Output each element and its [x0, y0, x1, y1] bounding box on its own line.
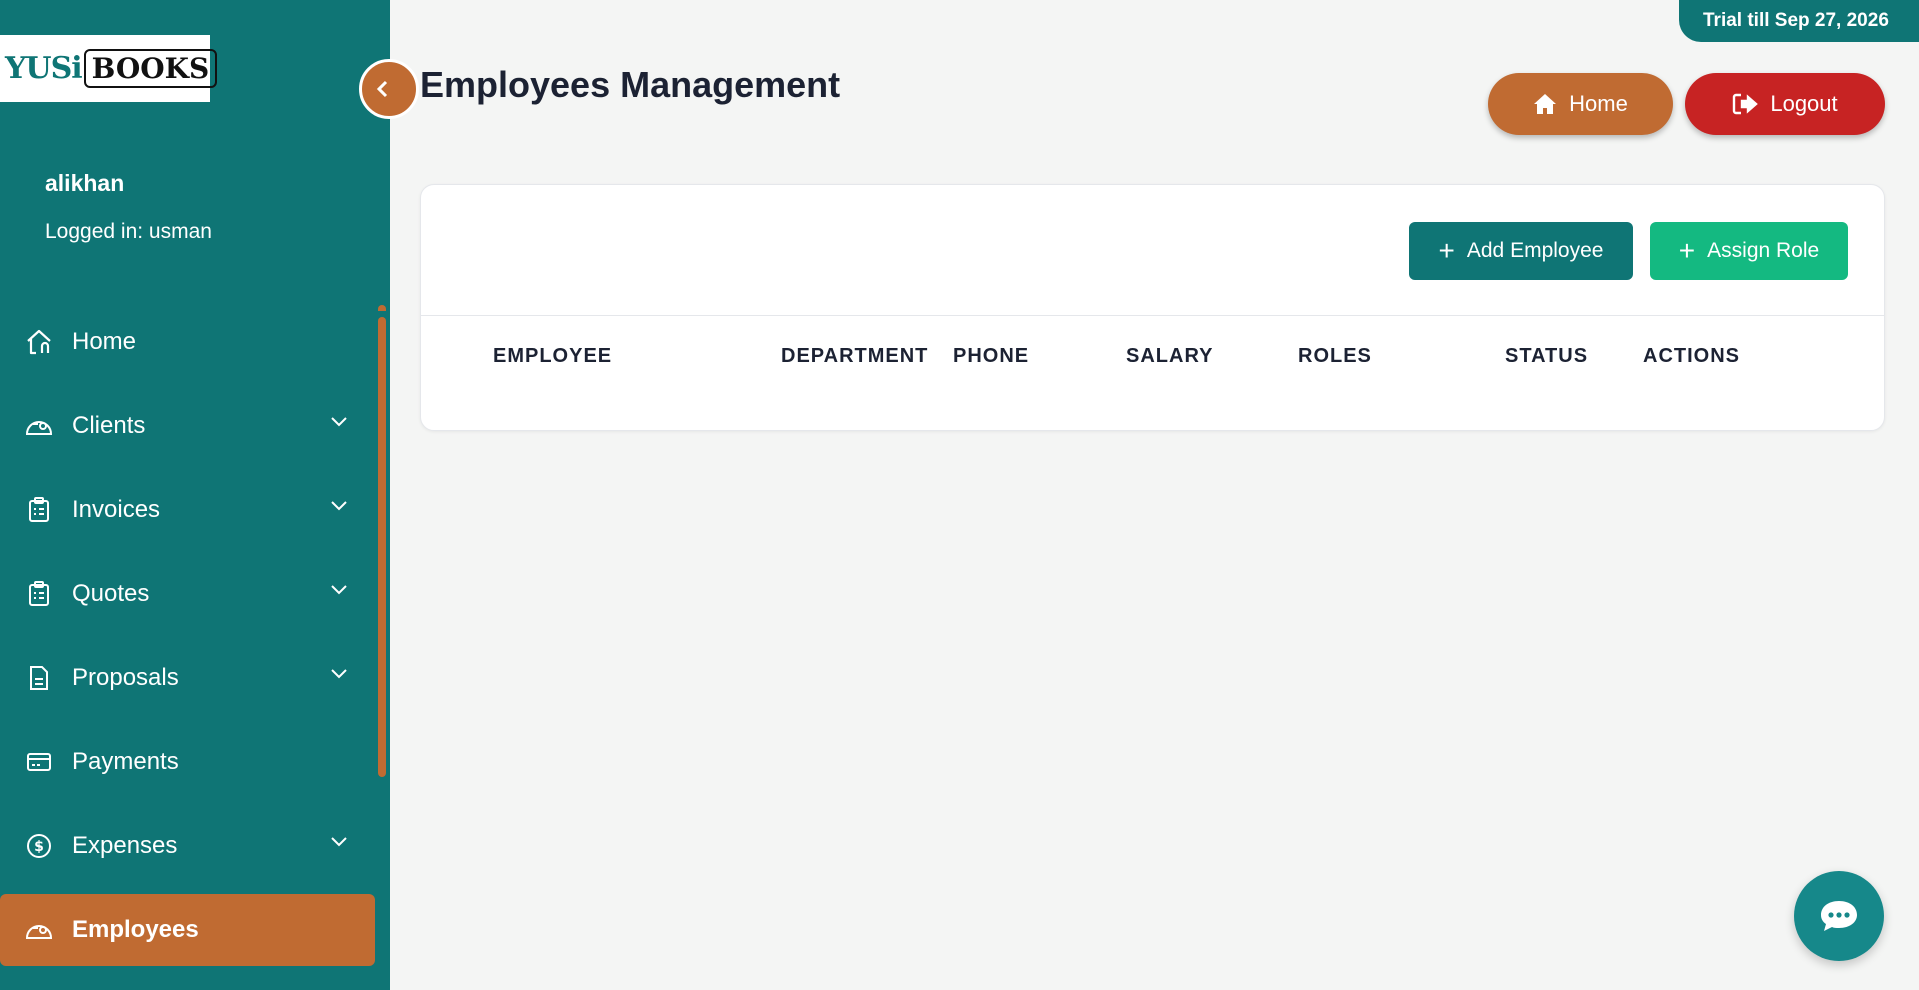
home-icon — [25, 328, 53, 356]
logout-button[interactable]: Logout — [1685, 73, 1885, 135]
chevron-down-icon — [331, 669, 347, 679]
home-icon — [1534, 94, 1557, 114]
sidebar-item-label: Proposals — [72, 664, 179, 691]
employees-icon — [25, 916, 53, 944]
column-header-phone[interactable]: PHONE — [953, 345, 1029, 368]
sidebar-item-label: Clients — [72, 412, 146, 439]
sidebar-item-proposals[interactable]: Proposals — [0, 636, 375, 720]
logged-in-text: Logged in: usman — [45, 220, 212, 243]
clipboard-icon — [25, 496, 53, 524]
sidebar-item-clients[interactable]: Clients — [0, 384, 375, 468]
scrollbar-thumb[interactable] — [378, 317, 386, 777]
sidebar: YUSi BOOKS alikhan Logged in: usman Home… — [0, 0, 390, 990]
chevron-down-icon — [331, 837, 347, 847]
plus-icon: + — [1678, 235, 1696, 266]
sidebar-item-employees[interactable]: Employees — [0, 894, 375, 966]
column-header-roles[interactable]: ROLES — [1298, 345, 1372, 368]
card-toolbar: + Add Employee + Assign Role — [421, 185, 1884, 316]
logo-text-yusi: YUSi — [5, 51, 83, 86]
column-header-status[interactable]: STATUS — [1505, 345, 1588, 368]
column-header-department[interactable]: DEPARTMENT — [781, 345, 928, 368]
table-header: EMPLOYEE DEPARTMENT PHONE SALARY ROLES S… — [421, 316, 1884, 396]
column-header-employee[interactable]: EMPLOYEE — [493, 345, 612, 368]
sidebar-item-label: Home — [72, 328, 137, 355]
brand-logo[interactable]: YUSi BOOKS — [0, 35, 218, 102]
sidebar-scrollbar[interactable] — [378, 305, 386, 990]
chevron-down-icon — [331, 501, 347, 511]
assign-role-label: Assign Role — [1707, 239, 1820, 262]
sidebar-item-invoices[interactable]: Invoices — [0, 468, 375, 552]
sidebar-item-home[interactable]: Home — [0, 300, 375, 384]
home-button[interactable]: Home — [1488, 73, 1673, 135]
scrollbar-up-arrow[interactable] — [378, 305, 386, 311]
column-header-salary[interactable]: SALARY — [1126, 345, 1213, 368]
clients-icon — [25, 412, 53, 440]
collapse-sidebar-button[interactable] — [359, 59, 419, 119]
chat-icon — [1821, 901, 1857, 931]
sidebar-item-label: Expenses — [72, 832, 178, 859]
clipboard-icon — [25, 580, 53, 608]
sidebar-item-payments[interactable]: Payments — [0, 720, 375, 804]
sidebar-nav: Home Clients Invoices Quotes Proposals P… — [0, 300, 375, 966]
trial-badge: Trial till Sep 27, 2026 — [1679, 0, 1919, 42]
logout-button-label: Logout — [1770, 91, 1838, 116]
user-info: alikhan Logged in: usman — [45, 170, 212, 244]
logo-text-books: BOOKS — [83, 49, 218, 88]
sidebar-item-label: Payments — [72, 748, 179, 775]
chevron-left-icon — [376, 80, 388, 98]
sidebar-item-quotes[interactable]: Quotes — [0, 552, 375, 636]
sidebar-item-label: Employees — [72, 916, 199, 943]
add-employee-button[interactable]: + Add Employee — [1409, 222, 1633, 280]
add-employee-label: Add Employee — [1466, 239, 1604, 262]
dollar-icon: $ — [25, 832, 53, 860]
document-icon — [25, 664, 53, 692]
home-button-label: Home — [1569, 91, 1628, 116]
user-name: alikhan — [45, 170, 125, 196]
assign-role-button[interactable]: + Assign Role — [1650, 222, 1848, 280]
logout-icon — [1733, 93, 1759, 115]
page-title: Employees Management — [420, 64, 841, 105]
chevron-down-icon — [331, 417, 347, 427]
sidebar-item-label: Invoices — [72, 496, 161, 523]
sidebar-item-expenses[interactable]: $ Expenses — [0, 804, 375, 888]
employees-card: + Add Employee + Assign Role EMPLOYEE DE… — [420, 184, 1885, 431]
card-icon — [25, 748, 53, 776]
chevron-down-icon — [331, 585, 347, 595]
plus-icon: + — [1438, 235, 1455, 266]
chat-button[interactable] — [1794, 871, 1884, 961]
svg-text:$: $ — [34, 839, 44, 855]
sidebar-item-label: Quotes — [72, 580, 150, 607]
column-header-actions[interactable]: ACTIONS — [1643, 345, 1740, 368]
